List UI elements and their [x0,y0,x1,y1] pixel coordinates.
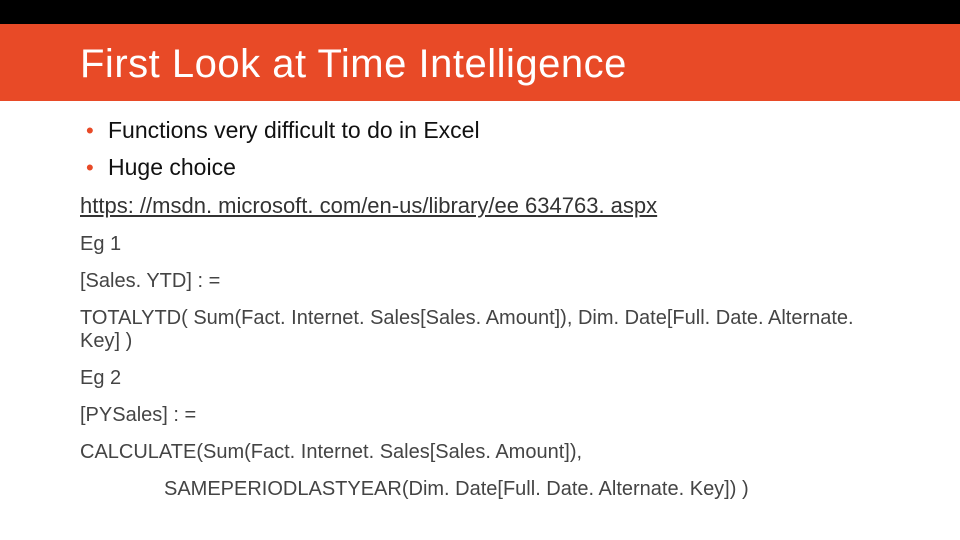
top-black-strip [0,0,960,24]
content-area: • Functions very difficult to do in Exce… [0,101,960,501]
eg1-label: Eg 1 [80,233,880,256]
bullet-icon: • [80,120,108,142]
eg1-formula: TOTALYTD( Sum(Fact. Internet. Sales[Sale… [80,307,880,353]
bullet-item: • Functions very difficult to do in Exce… [80,117,880,144]
eg1-measure: [Sales. YTD] : = [80,270,880,293]
bullet-icon: • [80,157,108,179]
eg2-label: Eg 2 [80,367,880,390]
slide-title: First Look at Time Intelligence [80,42,960,87]
bullet-text: Functions very difficult to do in Excel [108,117,480,144]
eg2-formula-line2: SAMEPERIODLASTYEAR(Dim. Date[Full. Date.… [80,478,880,501]
bullet-item: • Huge choice [80,154,880,181]
eg2-formula-line1: CALCULATE(Sum(Fact. Internet. Sales[Sale… [80,441,880,464]
reference-link[interactable]: https: //msdn. microsoft. com/en-us/libr… [80,193,657,219]
title-band: First Look at Time Intelligence [0,24,960,101]
bullet-text: Huge choice [108,154,236,181]
eg2-measure: [PYSales] : = [80,404,880,427]
bullet-list: • Functions very difficult to do in Exce… [80,117,880,181]
